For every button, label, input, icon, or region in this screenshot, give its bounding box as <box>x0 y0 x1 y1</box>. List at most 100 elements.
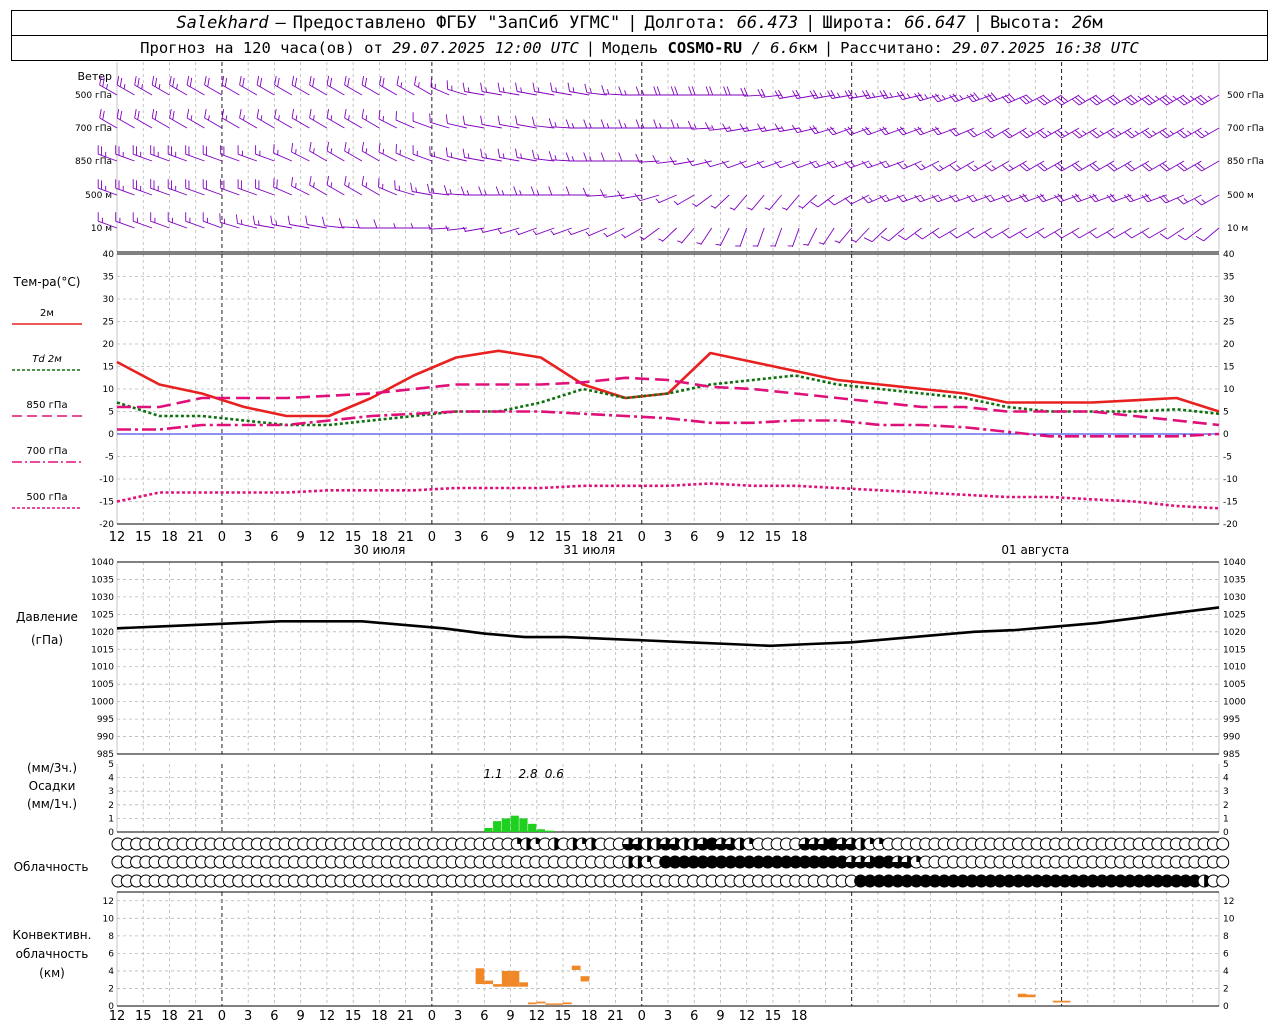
legend-label: Td 2м <box>32 354 62 365</box>
wind-barb <box>132 212 153 229</box>
cloud-panel-label: Облачность <box>14 860 89 874</box>
y-tick-label-left: 15 <box>103 363 114 373</box>
y-tick-label-right: 10 <box>1223 385 1235 395</box>
x-tick-label-bottom: 3 <box>244 1009 252 1024</box>
wind-barb <box>851 227 870 243</box>
y-tick-label-right: 4 <box>1223 967 1229 977</box>
wind-barb <box>729 194 748 211</box>
wind-barb <box>237 179 258 196</box>
wind-barb <box>949 93 975 103</box>
y-tick-label-right: 0 <box>1223 828 1229 838</box>
wind-barb <box>809 89 835 99</box>
wind-barb <box>862 89 887 99</box>
wind-barb <box>395 111 415 129</box>
y-tick-label-right: 1000 <box>1223 698 1246 708</box>
wind-barb <box>826 126 852 136</box>
day-label: 31 июля <box>563 543 615 557</box>
wind-barb <box>378 143 398 162</box>
cloud-cover-symbol <box>1216 874 1230 888</box>
x-tick-label-bottom: 18 <box>371 1009 388 1024</box>
y-tick-label-left: 8 <box>108 932 114 942</box>
wind-barb <box>132 145 153 162</box>
wind-level-label-right: 500 гПа <box>1227 91 1264 101</box>
wind-barb <box>256 109 275 129</box>
y-tick-label-left: 1000 <box>91 698 114 708</box>
y-tick-label-right: 4 <box>1223 774 1229 784</box>
y-tick-label-right: 2 <box>1223 984 1229 994</box>
wind-barb <box>478 186 502 196</box>
wind-barb <box>844 89 870 99</box>
wind-panel-label: Ветер <box>78 70 112 83</box>
wind-barb <box>966 127 992 138</box>
convective-cloud-bar <box>1017 993 1027 998</box>
wind-level-label-right: 850 гПа <box>1227 157 1264 167</box>
legend-label: 850 гПа <box>26 400 67 411</box>
y-tick-label-right: -10 <box>1223 475 1238 485</box>
wind-barb <box>618 86 642 96</box>
y-tick-label-left: 40 <box>103 250 115 260</box>
y-tick-label-right: 8 <box>1223 932 1229 942</box>
day-label: 30 июля <box>353 543 405 557</box>
wind-barb <box>274 109 293 129</box>
wind-barb <box>309 76 328 96</box>
x-tick-label-bottom: 18 <box>161 1009 178 1024</box>
y-tick-label-left: 1025 <box>91 610 114 620</box>
wind-barb <box>600 152 625 162</box>
x-tick-label-bottom: 3 <box>664 1009 672 1024</box>
wind-level-label-left: 850 гПа <box>75 157 112 167</box>
day-label: 01 августа <box>1001 543 1069 557</box>
y-tick-label-left: 3 <box>108 787 114 797</box>
precip-unit-bottom: (мм/1ч.) <box>27 797 77 811</box>
x-tick-label-bottom: 12 <box>109 1009 126 1024</box>
wind-barb <box>150 145 170 162</box>
convective-cloud-bar <box>1052 1000 1062 1003</box>
wind-barb <box>584 83 607 96</box>
x-tick-label-bottom: 6 <box>270 1009 278 1024</box>
convective-cloud-bar <box>484 980 494 985</box>
wind-barb <box>185 212 205 229</box>
wind-barb <box>548 186 572 196</box>
x-tick-label-bottom: 12 <box>738 1009 755 1024</box>
wind-barb <box>653 86 677 96</box>
wind-barb <box>273 144 293 162</box>
y-tick-label-right: 1020 <box>1223 628 1246 638</box>
y-tick-label-left: 1 <box>108 814 114 824</box>
y-tick-label-left: 0 <box>108 828 114 838</box>
wind-barb <box>692 194 712 208</box>
x-tick-label-bottom: 21 <box>397 1009 414 1024</box>
meteogram-chart: Ветер 500 гПа 500 гПа 700 гПа 700 гПа 850 гПа… <box>12 62 1264 1024</box>
convective-cloud-bar <box>510 970 520 987</box>
wind-barb <box>770 227 783 247</box>
x-tick-label-bottom: 9 <box>716 1009 724 1024</box>
wind-barb <box>151 109 170 129</box>
wind-barb <box>115 145 135 162</box>
y-tick-label-left: 0 <box>108 430 114 440</box>
legend-label: 700 гПа <box>26 446 67 457</box>
convective-cloud-bar <box>571 965 581 971</box>
y-tick-label-right: 0 <box>1223 430 1229 440</box>
pressure-panel: 1040 1040 1035 1035 1030 1030 1025 1025 1020 1020… <box>16 558 1246 760</box>
wind-barb <box>151 76 170 96</box>
wind-barb <box>696 227 713 245</box>
y-tick-label-right: 5 <box>1223 760 1229 770</box>
y-tick-label-left: 985 <box>97 750 114 760</box>
wind-barb <box>204 109 223 129</box>
wind-barb <box>1036 193 1062 203</box>
wind-barb <box>414 76 433 96</box>
wind-barb <box>202 179 223 196</box>
y-tick-label-left: 5 <box>108 760 114 770</box>
y-tick-label-left: 1020 <box>91 628 114 638</box>
x-tick-label: 0 <box>428 530 436 545</box>
wind-barb <box>715 227 730 247</box>
wind-barb <box>220 179 240 196</box>
convective-cloud-bar <box>1026 994 1036 998</box>
wind-barb <box>634 193 660 202</box>
wind-barb <box>810 194 835 208</box>
wind-barb <box>291 177 310 196</box>
pressure-panel-unit: (гПа) <box>31 633 63 647</box>
y-tick-label-right: 1040 <box>1223 558 1246 568</box>
wind-barb <box>169 76 188 96</box>
x-tick-label: 18 <box>161 530 178 545</box>
convective-panel-label2: облачность <box>16 947 89 961</box>
convective-panel-label: Конвективн. <box>13 928 92 942</box>
